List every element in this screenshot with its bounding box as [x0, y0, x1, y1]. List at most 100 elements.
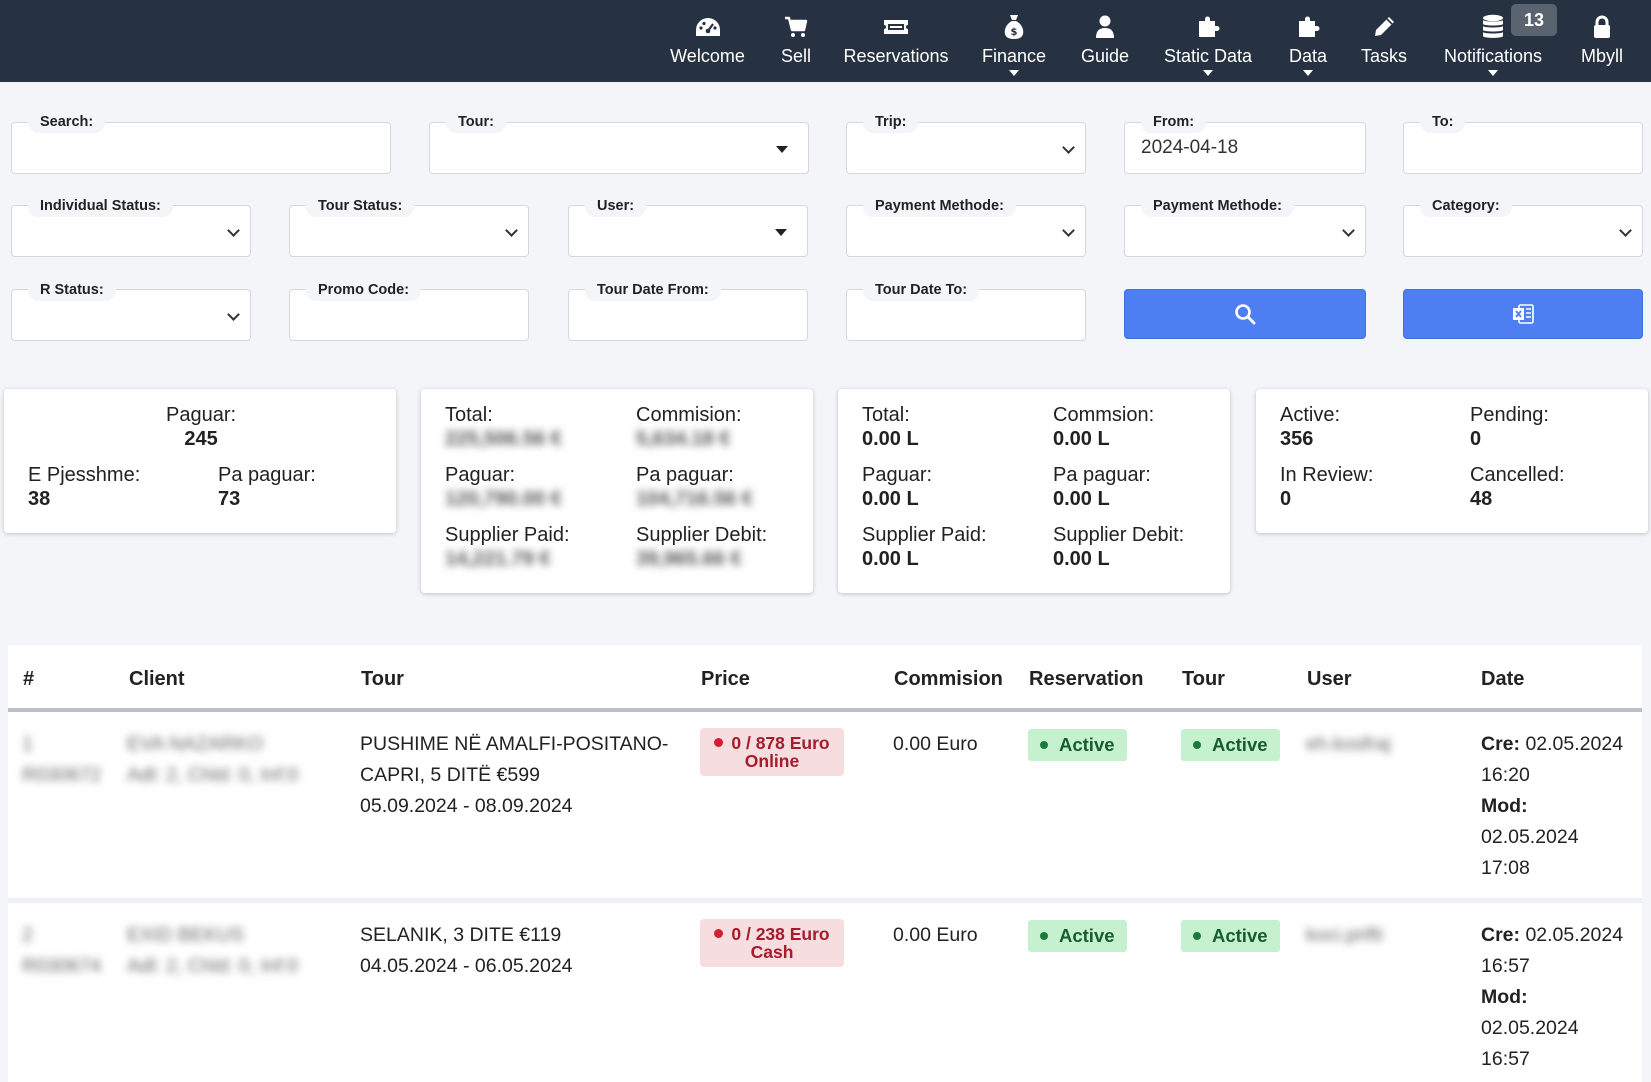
tour-date-from-label: Tour Date From:: [585, 279, 721, 301]
tour-cell[interactable]: PUSHIME NË AMALFI-POSITANO- CAPRI, 5 DIT…: [360, 729, 668, 822]
nav-tasks[interactable]: Tasks: [1361, 0, 1408, 82]
lek-supplier-debit-value: 0.00 L: [1053, 548, 1110, 570]
row-number: 2 R030674: [22, 924, 102, 977]
nav-label: Tasks: [1361, 46, 1408, 66]
notifications-count-badge: 13: [1511, 4, 1557, 36]
tour-label: Tour:: [446, 111, 506, 133]
date-cell: Cre: 02.05.2024 16:20 Mod: 02.05.2024 17…: [1481, 733, 1624, 879]
euro-paguar-value: 120,790.00 €: [445, 488, 562, 510]
active-value: 356: [1280, 428, 1314, 450]
payment-method-label: Payment Methode:: [863, 195, 1016, 217]
top-navbar: Welcome Sell Reservations $ Finance Guid…: [0, 0, 1651, 82]
col-header-reservation[interactable]: Reservation: [1029, 668, 1144, 691]
cart-icon: [784, 13, 808, 41]
ticket-icon: [883, 13, 909, 41]
euro-supplier-paid-value: 14,221.79 €: [445, 548, 551, 570]
pending-value: 0: [1470, 428, 1482, 450]
r-status-label: R Status:: [28, 279, 116, 301]
nav-label: Static Data: [1163, 46, 1253, 66]
pencil-icon: [1372, 13, 1396, 41]
user-label: User:: [585, 195, 647, 217]
tour-status-badge: Active: [1181, 920, 1280, 952]
user-cell: koci.prifti: [1306, 924, 1383, 946]
search-button[interactable]: [1124, 289, 1366, 339]
nav-data[interactable]: Data: [1288, 0, 1328, 82]
euro-papaguar-value: 104,716.56 €: [636, 488, 753, 510]
col-header-user[interactable]: User: [1307, 668, 1351, 691]
price-badge[interactable]: 0 / 878 Euro Online: [700, 728, 844, 776]
client-cell[interactable]: EVA NAZARKO Adl: 2, Chld: 0, Inf:0: [127, 729, 298, 791]
caret-down-icon: [775, 229, 787, 236]
lek-total-label: Total:: [862, 404, 910, 426]
chevron-down-icon: [1619, 224, 1632, 237]
nav-sell[interactable]: Sell: [777, 0, 815, 82]
individual-status-label: Individual Status:: [28, 195, 173, 217]
euro-paguar-label: Paguar:: [445, 464, 516, 486]
nav-label: Notifications: [1443, 46, 1543, 66]
paguar-label: Paguar:: [166, 404, 237, 426]
euro-commission-value: 5,634.18 €: [636, 428, 731, 450]
search-icon: [1235, 304, 1256, 325]
col-header-price[interactable]: Price: [701, 668, 750, 691]
lek-commission-value: 0.00 L: [1053, 428, 1110, 450]
col-header-date[interactable]: Date: [1481, 668, 1524, 691]
export-excel-button[interactable]: [1403, 289, 1643, 339]
tour-cell[interactable]: SELANIK, 3 DITE €119 04.05.2024 - 06.05.…: [360, 920, 573, 982]
price-badge[interactable]: 0 / 238 Euro Cash: [700, 919, 844, 967]
euro-papaguar-label: Pa paguar:: [636, 464, 734, 486]
nav-mbyll[interactable]: Mbyll: [1578, 0, 1626, 82]
dropdown-caret-icon: [1203, 70, 1213, 76]
cancelled-label: Cancelled:: [1470, 464, 1565, 486]
dropdown-caret-icon: [1488, 70, 1498, 76]
client-cell[interactable]: EXID BEKUS Adl: 2, Chld: 0, Inf:0: [127, 920, 298, 982]
chevron-down-icon: [1062, 141, 1075, 154]
status-dot-icon: [714, 929, 724, 938]
col-header-commission[interactable]: Commision: [894, 668, 1003, 691]
puzzle-icon: [1296, 13, 1320, 41]
payment-counts-card: Paguar: 245 E Pjesshme: 38 Pa paguar: 73: [4, 389, 396, 533]
nav-label: Reservations: [843, 46, 949, 66]
nav-static-data[interactable]: Static Data: [1163, 0, 1253, 82]
status-dot-icon: [1040, 741, 1048, 749]
in-review-label: In Review:: [1280, 464, 1374, 486]
euro-commission-label: Commision:: [636, 404, 742, 426]
svg-text:$: $: [1011, 27, 1018, 38]
chevron-down-icon: [227, 308, 240, 321]
col-header-number[interactable]: #: [23, 668, 34, 691]
nav-reservations[interactable]: Reservations: [843, 0, 949, 82]
search-label: Search:: [28, 111, 106, 133]
lek-paguar-label: Paguar:: [862, 464, 933, 486]
puzzle-icon: [1196, 13, 1220, 41]
col-header-client[interactable]: Client: [129, 668, 185, 691]
user-icon: [1095, 13, 1115, 41]
paguar-value: 245: [184, 428, 218, 450]
dropdown-caret-icon: [1009, 70, 1019, 76]
nav-guide[interactable]: Guide: [1080, 0, 1130, 82]
nav-label: Finance: [981, 46, 1047, 66]
lek-total-value: 0.00 L: [862, 428, 919, 450]
tour-status-badge: Active: [1181, 729, 1280, 761]
nav-label: Data: [1288, 46, 1328, 66]
lek-supplier-paid-value: 0.00 L: [862, 548, 919, 570]
lek-papaguar-label: Pa paguar:: [1053, 464, 1151, 486]
user-cell: eh.kosfraj: [1306, 733, 1391, 755]
nav-finance[interactable]: $ Finance: [982, 0, 1046, 82]
nav-label: Guide: [1080, 46, 1130, 66]
commission-cell: 0.00 Euro: [893, 924, 978, 946]
col-header-tour[interactable]: Tour: [361, 668, 404, 691]
euro-total-label: Total:: [445, 404, 493, 426]
pending-label: Pending:: [1470, 404, 1549, 426]
row-number: 1 R030672: [22, 733, 102, 786]
nav-label: Sell: [780, 46, 811, 66]
dropdown-caret-icon: [1303, 70, 1313, 76]
papaguar-value: 73: [218, 488, 241, 510]
papaguar-label: Pa paguar:: [218, 464, 316, 486]
col-header-tour-status[interactable]: Tour: [1182, 668, 1225, 691]
euro-totals-card: Total: 225,506.56 € Commision: 5,634.18 …: [421, 389, 813, 593]
dashboard-icon: [695, 13, 721, 41]
trip-label: Trip:: [863, 111, 919, 133]
caret-down-icon: [776, 146, 788, 153]
euro-supplier-debit-value: 39,965.66 €: [636, 548, 742, 570]
payment-method-2-label: Payment Methode:: [1141, 195, 1294, 217]
nav-welcome[interactable]: Welcome: [670, 0, 745, 82]
